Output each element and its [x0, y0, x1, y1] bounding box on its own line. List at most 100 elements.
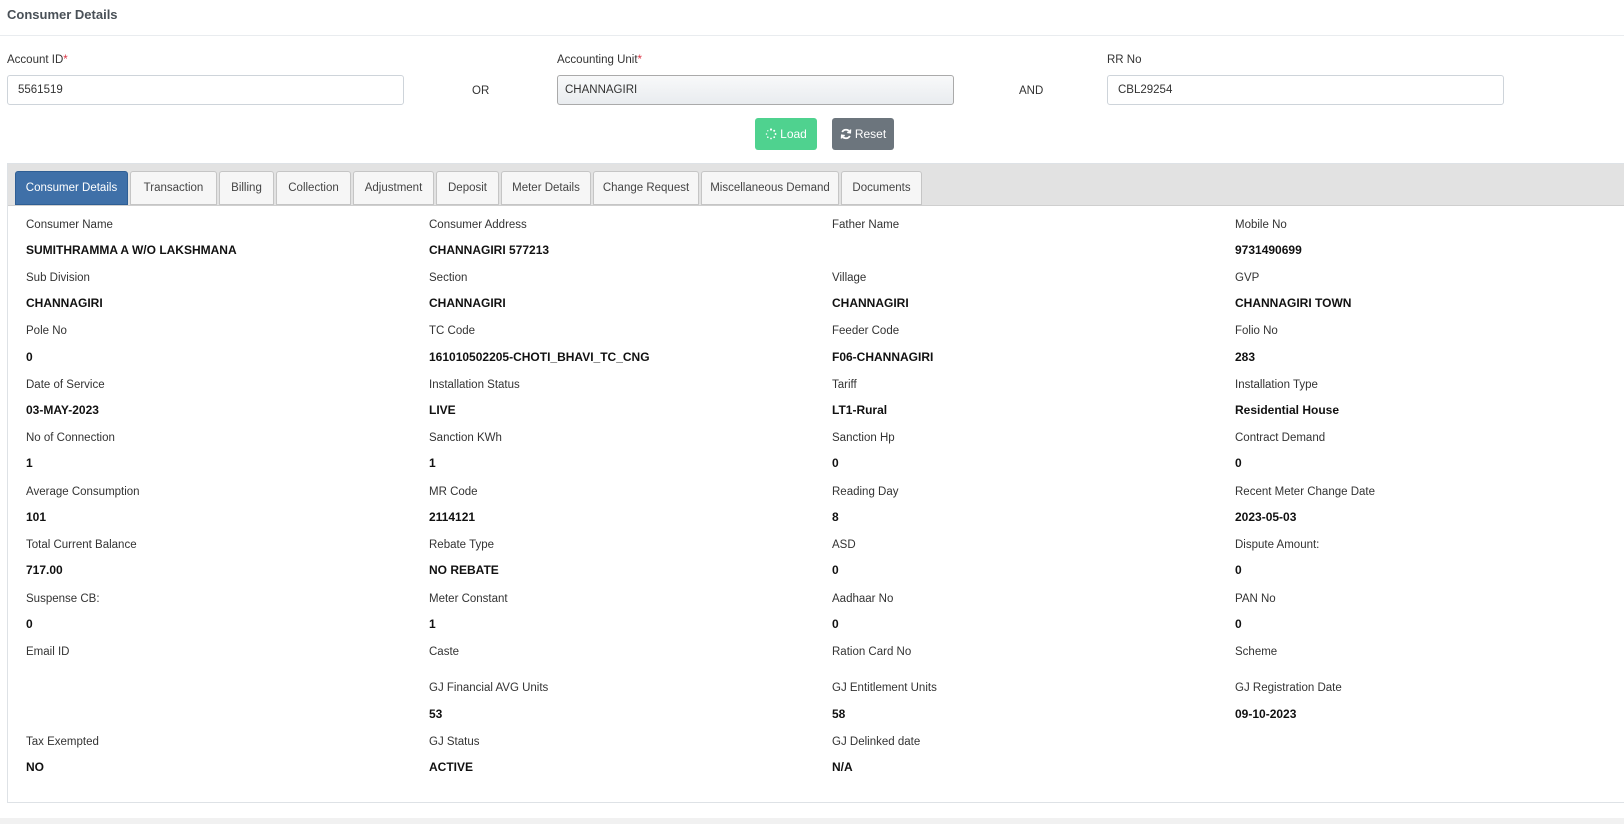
- tab-deposit[interactable]: Deposit: [436, 171, 499, 205]
- gj-delinked-date-label: GJ Delinked date: [832, 736, 921, 748]
- reset-button[interactable]: Reset: [832, 118, 894, 150]
- consumer-name-value: SUMITHRAMMA A W/O LAKSHMANA: [26, 243, 237, 257]
- recent-meter-change-date-label: Recent Meter Change Date: [1235, 486, 1375, 498]
- reset-button-label: Reset: [854, 127, 887, 141]
- rebate-type-value: NO REBATE: [429, 563, 499, 577]
- sanction-kwh-label: Sanction KWh: [429, 432, 502, 444]
- account-id-label: Account ID*: [7, 54, 68, 66]
- folio-no-label: Folio No: [1235, 325, 1278, 337]
- or-label: OR: [472, 85, 490, 97]
- scheme-label: Scheme: [1235, 646, 1278, 658]
- sub-division-label: Sub Division: [26, 272, 90, 284]
- tab-bar: Consumer Details Transaction Billing Col…: [8, 164, 1624, 206]
- mr-code-label: MR Code: [429, 486, 478, 498]
- average-consumption-value: 101: [26, 510, 47, 524]
- page-header: Consumer Details: [0, 0, 1624, 36]
- load-button-label: Load: [780, 127, 807, 141]
- tab-meter-details[interactable]: Meter Details: [501, 171, 591, 205]
- sub-division-value: CHANNAGIRI: [26, 296, 103, 310]
- tab-miscellaneous-demand[interactable]: Miscellaneous Demand: [701, 171, 839, 205]
- accounting-unit-select[interactable]: CHANNAGIRI: [557, 75, 954, 105]
- dispute-amount-value: 0: [1235, 563, 1242, 577]
- tax-exempted-value: NO: [26, 760, 44, 774]
- account-id-input[interactable]: 5561519: [7, 75, 404, 105]
- aadhaar-no-value: 0: [832, 617, 839, 631]
- rr-no-label: RR No: [1107, 54, 1142, 66]
- installation-type-value: Residential House: [1235, 403, 1340, 417]
- feeder-code-value: F06-CHANNAGIRI: [832, 350, 934, 364]
- page-title: Consumer Details: [7, 7, 118, 22]
- father-name-label: Father Name: [832, 219, 900, 231]
- accounting-unit-label: Accounting Unit*: [557, 54, 643, 66]
- asd-label: ASD: [832, 539, 856, 551]
- meter-constant-label: Meter Constant: [429, 593, 508, 605]
- sanction-hp-value: 0: [832, 456, 839, 470]
- gj-financial-avg-units-value: 53: [429, 707, 443, 721]
- suspense-cb-value: 0: [26, 617, 33, 631]
- tab-change-request[interactable]: Change Request: [593, 171, 699, 205]
- date-of-service-value: 03-MAY-2023: [26, 403, 99, 417]
- recent-meter-change-date-value: 2023-05-03: [1235, 510, 1297, 524]
- contract-demand-label: Contract Demand: [1235, 432, 1326, 444]
- dispute-amount-label: Dispute Amount:: [1235, 539, 1320, 551]
- village-value: CHANNAGIRI: [832, 296, 909, 310]
- mobile-no-value: 9731490699: [1235, 243, 1302, 257]
- gj-delinked-date-value: N/A: [832, 760, 853, 774]
- pan-no-value: 0: [1235, 617, 1242, 631]
- average-consumption-label: Average Consumption: [26, 486, 140, 498]
- tariff-value: LT1-Rural: [832, 403, 888, 417]
- no-of-connection-value: 1: [26, 456, 33, 470]
- tab-consumer-details[interactable]: Consumer Details: [15, 171, 128, 205]
- aadhaar-no-label: Aadhaar No: [832, 593, 894, 605]
- gj-financial-avg-units-label: GJ Financial AVG Units: [429, 682, 549, 694]
- page-bottom-border: [0, 818, 1624, 824]
- ration-card-no-label: Ration Card No: [832, 646, 912, 658]
- section-value: CHANNAGIRI: [429, 296, 506, 310]
- meter-constant-value: 1: [429, 617, 436, 631]
- no-of-connection-label: No of Connection: [26, 432, 115, 444]
- pan-no-label: PAN No: [1235, 593, 1276, 605]
- total-current-balance-label: Total Current Balance: [26, 539, 137, 551]
- gj-entitlement-units-label: GJ Entitlement Units: [832, 682, 937, 694]
- tc-code-value: 161010502205-CHOTI_BHAVI_TC_CNG: [429, 350, 650, 364]
- suspense-cb-label: Suspense CB:: [26, 593, 100, 605]
- gj-entitlement-units-value: 58: [832, 707, 846, 721]
- gj-registration-date-label: GJ Registration Date: [1235, 682, 1342, 694]
- details-panel: Consumer Details Transaction Billing Col…: [7, 163, 1624, 803]
- total-current-balance-value: 717.00: [26, 563, 63, 577]
- contract-demand-value: 0: [1235, 456, 1242, 470]
- section-label: Section: [429, 272, 468, 284]
- consumer-name-label: Consumer Name: [26, 219, 113, 231]
- folio-no-value: 283: [1235, 350, 1256, 364]
- consumer-address-value: CHANNAGIRI 577213: [429, 243, 550, 257]
- village-label: Village: [832, 272, 867, 284]
- consumer-address-label: Consumer Address: [429, 219, 527, 231]
- installation-type-label: Installation Type: [1235, 379, 1318, 391]
- and-label: AND: [1019, 85, 1044, 97]
- tab-collection[interactable]: Collection: [276, 171, 351, 205]
- spinner-icon: [765, 128, 777, 140]
- gj-status-label: GJ Status: [429, 736, 480, 748]
- mobile-no-label: Mobile No: [1235, 219, 1287, 231]
- gj-registration-date-value: 09-10-2023: [1235, 707, 1297, 721]
- feeder-code-label: Feeder Code: [832, 325, 900, 337]
- tab-billing[interactable]: Billing: [219, 171, 274, 205]
- tab-documents[interactable]: Documents: [841, 171, 922, 205]
- tc-code-label: TC Code: [429, 325, 476, 337]
- pole-no-label: Pole No: [26, 325, 67, 337]
- sanction-hp-label: Sanction Hp: [832, 432, 895, 444]
- date-of-service-label: Date of Service: [26, 379, 105, 391]
- installation-status-value: LIVE: [429, 403, 456, 417]
- mr-code-value: 2114121: [429, 510, 476, 524]
- gvp-value: CHANNAGIRI TOWN: [1235, 296, 1352, 310]
- load-button[interactable]: Load: [755, 118, 817, 150]
- reading-day-value: 8: [832, 510, 839, 524]
- tab-transaction[interactable]: Transaction: [130, 171, 217, 205]
- refresh-icon: [840, 128, 852, 140]
- rr-no-input[interactable]: CBL29254: [1107, 75, 1504, 105]
- tab-adjustment[interactable]: Adjustment: [353, 171, 434, 205]
- reading-day-label: Reading Day: [832, 486, 899, 498]
- sanction-kwh-value: 1: [429, 456, 436, 470]
- gvp-label: GVP: [1235, 272, 1260, 284]
- gj-status-value: ACTIVE: [429, 760, 474, 774]
